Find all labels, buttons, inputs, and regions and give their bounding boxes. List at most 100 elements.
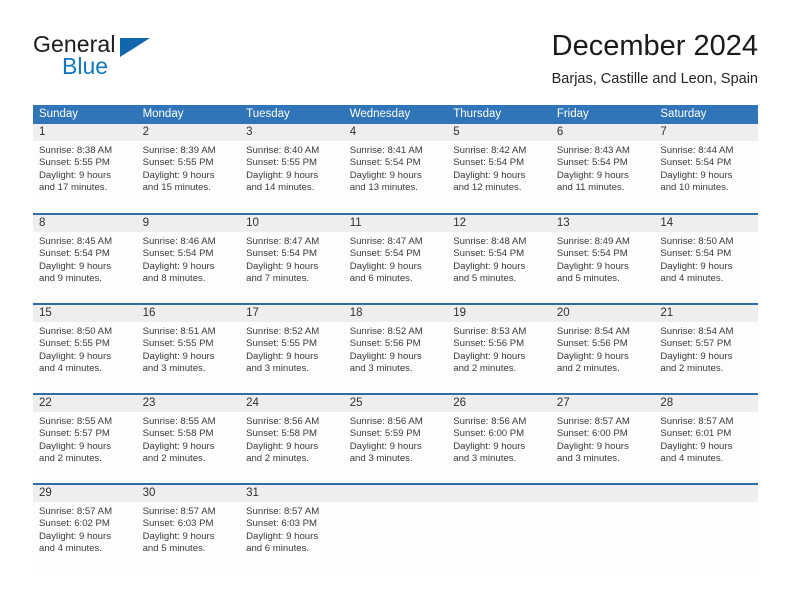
sunset-time: Sunset: 5:55 PM [142, 157, 214, 169]
sunset-time: Sunset: 5:56 PM [349, 338, 421, 350]
daylight-duration-line2: and 2 minutes. [556, 363, 620, 375]
calendar-day-cell[interactable]: 5 Sunrise: 8:42 AM Sunset: 5:54 PM Daylight… [447, 124, 551, 214]
sunrise-time: Sunrise: 8:53 AM [453, 326, 527, 337]
daylight-duration-line2: and 4 minutes. [39, 543, 102, 555]
weekday-header-monday: Monday [136, 105, 241, 124]
brand-name-blue: Blue [62, 53, 109, 79]
calendar-day-cell[interactable]: 29 Sunrise: 8:57 AM Sunset: 6:02 PM Dayligh… [33, 483, 137, 574]
calendar-day-cell[interactable]: 13 Sunrise: 8:49 AM Sunset: 5:54 PM Dayligh… [550, 213, 655, 304]
day-number [343, 485, 448, 502]
calendar-day-cell[interactable]: 4 Sunrise: 8:41 AM Sunset: 5:54 PM Daylight… [343, 124, 448, 214]
calendar-day-cell[interactable]: 2 Sunrise: 8:39 AM Sunset: 5:55 PM Daylight… [136, 124, 241, 214]
calendar-day-cell[interactable]: 20 Sunrise: 8:54 AM Sunset: 5:56 PM Dayligh… [550, 303, 655, 394]
day-sun-info: Sunrise: 8:50 AM Sunset: 5:54 PM Daylight:… [654, 232, 758, 286]
sunrise-time: Sunrise: 8:39 AM [142, 145, 216, 156]
day-sun-info: Sunrise: 8:57 AM Sunset: 6:01 PM Daylight:… [654, 412, 758, 466]
day-sun-info: Sunrise: 8:57 AM Sunset: 6:00 PM Daylight:… [551, 412, 655, 466]
calendar-day-cell[interactable]: 30 Sunrise: 8:57 AM Sunset: 6:03 PM Dayligh… [136, 483, 241, 574]
day-number: 9 [136, 215, 241, 232]
day-number: 28 [654, 395, 758, 412]
calendar-day-cell[interactable]: 12 Sunrise: 8:48 AM Sunset: 5:54 PM Dayligh… [447, 213, 551, 304]
calendar-day-cell[interactable]: 23 Sunrise: 8:55 AM Sunset: 5:58 PM Dayligh… [136, 393, 241, 484]
sunset-time: Sunset: 6:01 PM [660, 428, 732, 440]
daylight-duration-line1: Daylight: 9 hours [246, 440, 319, 452]
sunrise-time: Sunrise: 8:48 AM [453, 236, 527, 247]
calendar-day-cell[interactable]: 18 Sunrise: 8:52 AM Sunset: 5:56 PM Dayligh… [343, 303, 448, 394]
triangle-flag-icon [120, 38, 150, 57]
calendar-day-cell[interactable]: 3 Sunrise: 8:40 AM Sunset: 5:55 PM Daylight… [240, 124, 344, 214]
calendar-day-cell[interactable]: 16 Sunrise: 8:51 AM Sunset: 5:55 PM Dayligh… [136, 303, 241, 394]
sunrise-time: Sunrise: 8:52 AM [246, 326, 320, 337]
daylight-duration-line1: Daylight: 9 hours [349, 350, 422, 362]
daylight-duration-line2: and 3 minutes. [453, 453, 517, 465]
day-sun-info: Sunrise: 8:40 AM Sunset: 5:55 PM Daylight:… [240, 141, 344, 195]
daylight-duration-line2: and 3 minutes. [556, 453, 620, 465]
calendar-day-cell[interactable]: 11 Sunrise: 8:47 AM Sunset: 5:54 PM Dayligh… [343, 213, 448, 304]
calendar-day-cell[interactable]: 14 Sunrise: 8:50 AM Sunset: 5:54 PM Dayligh… [654, 213, 758, 304]
general-blue-logo[interactable]: General Blue [33, 32, 263, 90]
calendar-day-cell[interactable]: 22 Sunrise: 8:55 AM Sunset: 5:57 PM Dayligh… [33, 393, 137, 484]
daylight-duration-line1: Daylight: 9 hours [142, 530, 215, 542]
calendar-day-cell[interactable]: 17 Sunrise: 8:52 AM Sunset: 5:55 PM Dayligh… [240, 303, 344, 394]
daylight-duration-line2: and 17 minutes. [39, 182, 108, 194]
day-number: 6 [550, 124, 655, 141]
daylight-duration-line2: and 2 minutes. [39, 453, 102, 465]
daylight-duration-line1: Daylight: 9 hours [453, 260, 526, 272]
sunrise-time: Sunrise: 8:38 AM [39, 145, 113, 156]
day-sun-info: Sunrise: 8:50 AM Sunset: 5:55 PM Daylight:… [33, 322, 137, 376]
calendar-day-cell[interactable]: 21 Sunrise: 8:54 AM Sunset: 5:57 PM Dayligh… [654, 303, 758, 394]
sunrise-time: Sunrise: 8:41 AM [349, 145, 423, 156]
calendar-day-cell[interactable]: 31 Sunrise: 8:57 AM Sunset: 6:03 PM Dayligh… [240, 483, 344, 574]
daylight-duration-line1: Daylight: 9 hours [39, 530, 111, 542]
day-sun-info: Sunrise: 8:42 AM Sunset: 5:54 PM Daylight:… [447, 141, 551, 195]
calendar-day-cell[interactable]: 26 Sunrise: 8:56 AM Sunset: 6:00 PM Dayligh… [447, 393, 551, 484]
day-sun-info: Sunrise: 8:57 AM Sunset: 6:03 PM Daylight:… [137, 502, 241, 556]
daylight-duration-line2: and 14 minutes. [246, 182, 315, 194]
calendar-day-cell[interactable]: 28 Sunrise: 8:57 AM Sunset: 6:01 PM Dayligh… [654, 393, 758, 484]
day-number: 25 [343, 395, 448, 412]
calendar-day-cell[interactable]: 15 Sunrise: 8:50 AM Sunset: 5:55 PM Dayligh… [33, 303, 137, 394]
day-sun-info: Sunrise: 8:55 AM Sunset: 5:58 PM Daylight:… [137, 412, 241, 466]
sunset-time: Sunset: 5:54 PM [39, 248, 110, 260]
day-sun-info: Sunrise: 8:54 AM Sunset: 5:56 PM Daylight:… [551, 322, 655, 376]
sunset-time: Sunset: 5:55 PM [246, 338, 318, 350]
sunset-time: Sunset: 5:54 PM [556, 248, 628, 260]
daylight-duration-line2: and 7 minutes. [246, 273, 310, 285]
day-sun-info: Sunrise: 8:56 AM Sunset: 6:00 PM Daylight:… [447, 412, 551, 466]
day-number [550, 485, 655, 502]
daylight-duration-line2: and 9 minutes. [39, 273, 102, 285]
sunset-time: Sunset: 5:55 PM [142, 338, 214, 350]
daylight-duration-line1: Daylight: 9 hours [660, 260, 733, 272]
calendar-day-cell[interactable]: 27 Sunrise: 8:57 AM Sunset: 6:00 PM Dayligh… [550, 393, 655, 484]
calendar-day-cell[interactable]: 1 Sunrise: 8:38 AM Sunset: 5:55 PM Daylight… [33, 124, 137, 214]
calendar-day-cell[interactable]: 6 Sunrise: 8:43 AM Sunset: 5:54 PM Daylight… [550, 124, 655, 214]
day-sun-info: Sunrise: 8:38 AM Sunset: 5:55 PM Daylight:… [33, 141, 137, 195]
sunset-time: Sunset: 5:56 PM [453, 338, 525, 350]
calendar-day-cell[interactable]: 8 Sunrise: 8:45 AM Sunset: 5:54 PM Daylight… [33, 213, 137, 304]
calendar-week-row: 1 Sunrise: 8:38 AM Sunset: 5:55 PM Daylight… [33, 124, 758, 214]
sunset-time: Sunset: 5:54 PM [142, 248, 214, 260]
calendar-day-cell[interactable]: 10 Sunrise: 8:47 AM Sunset: 5:54 PM Dayligh… [240, 213, 344, 304]
sunset-time: Sunset: 5:55 PM [39, 338, 110, 350]
daylight-duration-line1: Daylight: 9 hours [39, 169, 111, 181]
calendar-page: General Blue December 2024 Barjas, Casti… [0, 0, 792, 612]
daylight-duration-line2: and 12 minutes. [453, 182, 522, 194]
calendar-day-cell[interactable]: 24 Sunrise: 8:56 AM Sunset: 5:58 PM Dayligh… [240, 393, 344, 484]
daylight-duration-line2: and 5 minutes. [453, 273, 517, 285]
calendar-day-cell[interactable]: 7 Sunrise: 8:44 AM Sunset: 5:54 PM Daylight… [654, 124, 758, 214]
day-number: 4 [343, 124, 448, 141]
daylight-duration-line2: and 13 minutes. [349, 182, 418, 194]
calendar-day-cell[interactable]: 9 Sunrise: 8:46 AM Sunset: 5:54 PM Daylight… [136, 213, 241, 304]
daylight-duration-line2: and 2 minutes. [453, 363, 517, 375]
daylight-duration-line1: Daylight: 9 hours [142, 260, 215, 272]
daylight-duration-line1: Daylight: 9 hours [660, 440, 733, 452]
sunset-time: Sunset: 5:55 PM [39, 157, 110, 169]
calendar-day-cell[interactable]: 25 Sunrise: 8:56 AM Sunset: 5:59 PM Dayligh… [343, 393, 448, 484]
daylight-duration-line1: Daylight: 9 hours [246, 260, 319, 272]
sunset-time: Sunset: 6:02 PM [39, 518, 110, 530]
sunset-time: Sunset: 6:03 PM [246, 518, 318, 530]
daylight-duration-line2: and 3 minutes. [142, 363, 206, 375]
daylight-duration-line2: and 6 minutes. [246, 543, 310, 555]
sunset-time: Sunset: 5:54 PM [556, 157, 628, 169]
calendar-day-cell[interactable]: 19 Sunrise: 8:53 AM Sunset: 5:56 PM Dayligh… [447, 303, 551, 394]
